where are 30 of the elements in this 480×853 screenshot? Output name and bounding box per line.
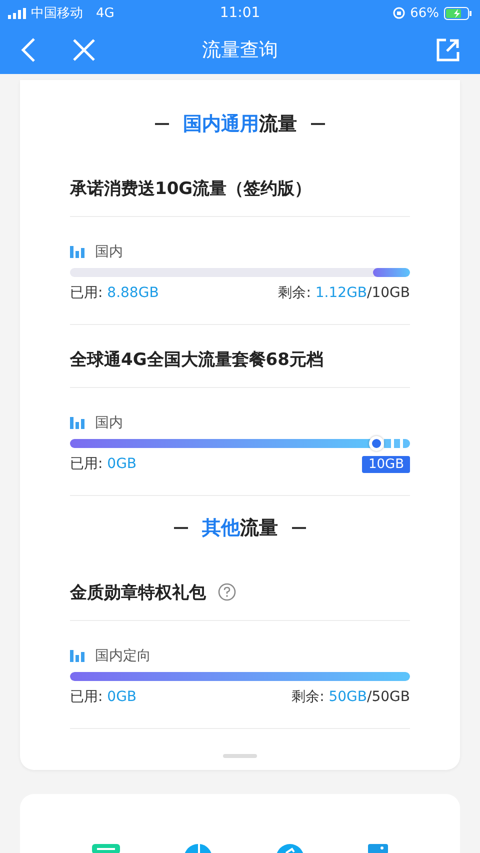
- bar-chart-icon: [70, 650, 85, 662]
- bar-chart-icon: [70, 417, 85, 429]
- remaining-amount: 剩余: 50GB/50GB: [292, 688, 410, 706]
- quota-label: 国内: [95, 243, 123, 261]
- battery-percent: 66%: [410, 6, 439, 20]
- signal-icon: [8, 8, 26, 18]
- tag-icon[interactable]: [368, 844, 388, 853]
- bar-chart-icon: [70, 246, 85, 258]
- plan-title: 金质勋章特权礼包: [70, 582, 206, 604]
- remaining-amount: 剩余: 1.12GB/10GB: [278, 284, 410, 302]
- network-type: 4G: [96, 6, 114, 20]
- rotation-lock-icon: [393, 7, 406, 19]
- plan-title: 承诺消费送10G流量（签约版）: [70, 178, 312, 200]
- pie-chart-icon[interactable]: [184, 844, 212, 853]
- drag-handle[interactable]: [223, 754, 257, 758]
- page-title: 流量查询: [202, 38, 278, 63]
- carrier-name: 中国移动: [31, 5, 83, 22]
- section-heading: 国内通用流量: [183, 112, 297, 137]
- used-amount: 已用: 0GB: [70, 455, 137, 473]
- plan-title: 全球通4G全国大流量套餐68元档: [70, 348, 324, 370]
- cap-badge: 10GB: [362, 456, 410, 472]
- clock: 11:01: [220, 5, 260, 21]
- list-icon[interactable]: [92, 844, 120, 853]
- used-amount: 已用: 0GB: [70, 688, 137, 706]
- used-amount: 已用: 8.88GB: [70, 284, 159, 302]
- quota-label: 国内: [95, 414, 123, 432]
- section-heading: 其他流量: [202, 516, 278, 541]
- help-icon[interactable]: [218, 583, 236, 601]
- quota-label: 国内定向: [95, 647, 151, 665]
- battery-icon: [444, 6, 472, 20]
